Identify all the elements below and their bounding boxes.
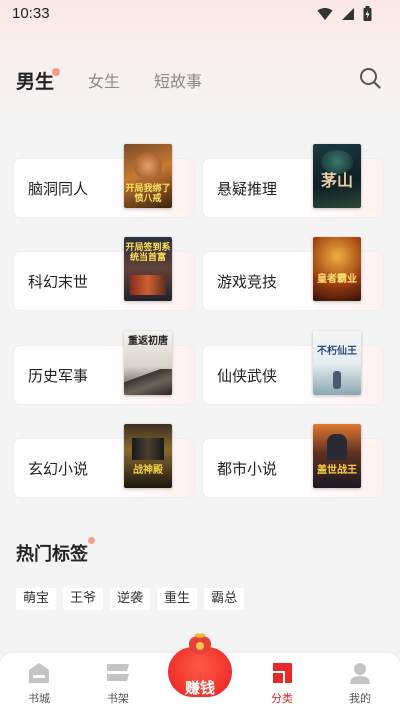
nav-profile[interactable]: 我的 [330,653,390,711]
nav-profile-label: 我的 [349,692,371,705]
category-label: 脑洞同人 [28,180,89,198]
tag-item[interactable]: 王爷 [63,588,104,610]
gender-tabs: 男生 女生 短故事 [16,64,236,94]
category-label: 都市小说 [217,460,278,478]
book-cover: 重返初唐 [124,331,172,395]
tab-short-story[interactable]: 短故事 [154,70,202,94]
tab-male-label: 男生 [16,71,55,93]
tag-item[interactable]: 逆袭 [110,588,151,610]
category-label: 悬疑推理 [217,180,278,198]
status-time: 10:33 [12,5,50,22]
category-card-gaming[interactable]: 游戏竞技 皇者霸业 [203,237,383,310]
hot-tags-title: 热门标签 [16,544,88,565]
bookshelf-icon [107,664,129,681]
category-card-mystery[interactable]: 悬疑推理 茅山 [203,144,383,217]
book-cover: 开局签到系统当首富 [124,237,172,301]
book-cover: 皇者霸业 [313,237,361,301]
cover-title: 皇者霸业 [317,274,357,285]
cover-title: 开局签到系统当首富 [125,243,171,263]
search-button[interactable] [358,66,382,90]
nav-category[interactable]: 分类 [252,653,312,711]
earn-money-label: 赚钱 [184,679,215,697]
book-cover: 开局我绑了愤八戒 [124,144,172,208]
tab-active-dot [52,68,61,76]
nav-bookstore-label: 书城 [28,692,50,705]
category-card-history[interactable]: 历史军事 重返初唐 [14,331,194,404]
category-label: 游戏竞技 [217,273,278,291]
hot-tags-dot [88,537,95,544]
battery-icon [363,6,372,21]
nav-category-label: 分类 [271,692,293,705]
bookstore-icon [29,663,49,683]
category-card-brainstorm-fanfic[interactable]: 脑洞同人 开局我绑了愤八戒 [14,144,194,217]
tag-item[interactable]: 霸总 [204,588,245,610]
cover-title: 开局我绑了愤八戒 [125,184,171,204]
book-cover: 战神殿 [124,424,172,488]
signal-icon [342,7,354,20]
wifi-icon [317,7,333,20]
tab-female[interactable]: 女生 [88,70,120,94]
cover-title: 盖世战王 [317,465,357,476]
category-card-scifi[interactable]: 科幻末世 开局签到系统当首富 [14,237,194,310]
book-cover: 不朽仙王 [313,331,361,395]
cover-title: 重返初唐 [128,336,168,347]
cover-title: 茅山 [320,171,353,190]
search-icon [360,68,381,89]
category-card-fantasy[interactable]: 玄幻小说 战神殿 [14,424,194,497]
category-label: 仙侠武侠 [217,367,278,385]
money-bag-icon [189,633,211,654]
nav-bookstore[interactable]: 书城 [9,653,69,711]
category-label: 玄幻小说 [28,460,89,478]
profile-icon [350,663,370,684]
cover-title: 不朽仙王 [317,346,357,357]
book-cover: 盖世战王 [313,424,361,488]
tab-male[interactable]: 男生 [16,68,61,94]
hot-tags-list: 萌宝 王爷 逆袭 重生 霸总 [16,588,245,610]
category-card-urban[interactable]: 都市小说 盖世战王 [203,424,383,497]
category-card-xianxia[interactable]: 仙侠武侠 不朽仙王 [203,331,383,404]
tab-female-label: 女生 [88,72,121,91]
category-label: 科幻末世 [28,273,89,291]
tab-short-story-label: 短故事 [154,72,203,91]
tag-item[interactable]: 萌宝 [16,588,57,610]
book-cover: 茅山 [313,144,361,208]
status-bar: 10:33 [0,0,400,28]
nav-bookshelf[interactable]: 书架 [88,653,148,711]
nav-bookshelf-label: 书架 [107,692,129,705]
category-label: 历史军事 [28,367,89,385]
status-icons [317,6,372,21]
tag-item[interactable]: 重生 [157,588,198,610]
category-icon [273,663,292,683]
cover-title: 战神殿 [133,465,163,476]
